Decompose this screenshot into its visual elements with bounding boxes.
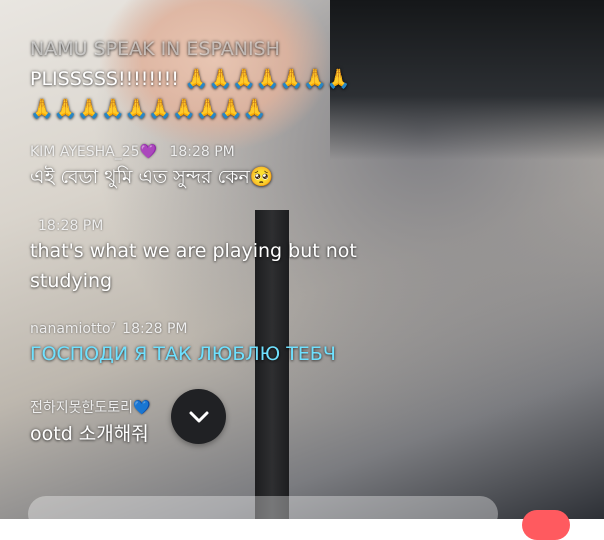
chat-timestamp: 18:28 PM (38, 218, 104, 234)
chat-username[interactable]: 전하지못한도토리 (30, 400, 133, 416)
live-chat-feed: NAMU SPEAK IN ESPANISH PLISSSSS!!!!!!!! … (0, 0, 604, 519)
chat-timestamp: 18:28 PM (122, 321, 188, 337)
chat-message-line: that's what we are playing but not (30, 240, 357, 262)
chat-timestamp: 18:28 PM (169, 144, 235, 160)
chat-message-meta: 18:28 PM (30, 218, 357, 234)
chat-input-bar[interactable] (28, 496, 498, 532)
chat-message: KIM AYESHA_25💜 18:28 PM এই বেডা থুমি এত … (30, 144, 274, 192)
chat-message-line: studying (30, 270, 113, 292)
reaction-button[interactable] (522, 510, 570, 540)
scroll-to-latest-button[interactable] (171, 389, 226, 444)
purple-heart-icon: 💜 (139, 144, 157, 160)
chat-message-meta: nanamiotto⁷ 18:28 PM (30, 321, 336, 337)
chat-username[interactable]: KIM AYESHA_25 (30, 144, 140, 160)
chat-message-line: 🙏🙏🙏🙏🙏🙏🙏🙏🙏🙏 (30, 98, 267, 120)
chat-message-line: NAMU SPEAK IN ESPANISH (30, 38, 280, 60)
chat-message-text: ГОСПОДИ Я ТАК ЛЮБЛЮ ТЕБЧ (30, 343, 336, 365)
chat-message-meta: KIM AYESHA_25💜 18:28 PM (30, 144, 274, 160)
blue-heart-icon: 💙 (133, 400, 151, 416)
chevron-down-icon (189, 411, 208, 422)
chat-message: NAMU SPEAK IN ESPANISH PLISSSSS!!!!!!!! … (30, 34, 351, 124)
chat-message: 18:28 PM that's what we are playing but … (30, 218, 357, 296)
chat-message: nanamiotto⁷ 18:28 PM ГОСПОДИ Я ТАК ЛЮБЛЮ … (30, 321, 336, 369)
chat-message-text: এই বেডা থুমি এত সুন্দর কেন🥺 (30, 166, 274, 188)
chat-message-line: PLISSSSS!!!!!!!! 🙏🙏🙏🙏🙏🙏🙏 (30, 68, 351, 90)
chat-username[interactable]: nanamiotto⁷ (30, 321, 116, 337)
